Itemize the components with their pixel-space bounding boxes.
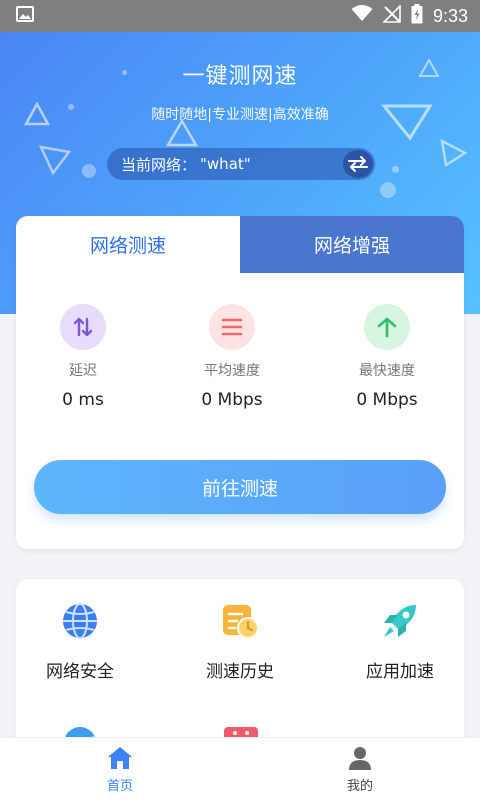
start-speed-test-button[interactable]: 前往测速	[34, 460, 446, 514]
average-speed-icon	[209, 304, 255, 350]
max-speed-icon	[364, 304, 410, 350]
network-label: 当前网络：	[121, 155, 197, 174]
feature-test-history-label: 测速历史	[206, 662, 274, 682]
max-speed-label: 最快速度	[359, 363, 415, 379]
tab-speed-test[interactable]: 网络测速	[16, 216, 240, 273]
latency-value: 0 ms	[62, 390, 104, 410]
nav-home[interactable]: 首页	[0, 738, 240, 800]
max-speed-value: 0 Mbps	[356, 390, 418, 410]
switch-network-button[interactable]	[343, 150, 373, 178]
feature-test-history[interactable]: 测速历史	[170, 601, 310, 682]
features-card: 网络安全 测速历史 应用加速	[16, 579, 464, 759]
max-speed-metric: 最快速度 0 Mbps	[322, 304, 452, 410]
feature-network-security-label: 网络安全	[46, 662, 114, 682]
user-icon	[349, 746, 371, 770]
page-title: 一键测网速	[182, 64, 298, 89]
speed-test-card: 网络测速 网络增强 延迟 0 ms 平均速度 0 Mbps 最快速度 0 Mbp…	[16, 216, 464, 549]
nav-home-label: 首页	[106, 778, 133, 794]
metrics-row: 延迟 0 ms 平均速度 0 Mbps 最快速度 0 Mbps	[16, 304, 464, 414]
globe-icon	[63, 603, 97, 639]
triangle-decoration-icon	[38, 145, 72, 176]
network-name: "what"	[200, 155, 251, 173]
dot-decoration	[380, 182, 396, 198]
dot-decoration	[392, 166, 399, 173]
feature-network-security[interactable]: 网络安全	[16, 601, 150, 682]
tab-network-boost[interactable]: 网络增强	[240, 216, 464, 273]
latency-icon	[60, 304, 106, 350]
feature-app-acceleration[interactable]: 应用加速	[330, 601, 464, 682]
hero-subtitle: 随时随地|专业测速|高效准确	[151, 107, 329, 123]
average-speed-value: 0 Mbps	[201, 390, 263, 410]
clock: 9:33	[432, 5, 468, 26]
latency-label: 延迟	[69, 363, 97, 379]
rocket-icon	[384, 605, 416, 637]
bottom-navigation: 首页 我的	[0, 737, 480, 800]
latency-metric: 延迟 0 ms	[18, 304, 148, 410]
history-clock-icon	[223, 605, 259, 639]
wifi-icon	[351, 5, 373, 27]
feature-app-acceleration-label: 应用加速	[366, 662, 434, 682]
battery-charging-icon	[411, 3, 423, 29]
dot-decoration	[82, 164, 96, 178]
average-speed-metric: 平均速度 0 Mbps	[167, 304, 297, 410]
triangle-decoration-icon	[440, 138, 468, 168]
no-signal-icon	[382, 3, 401, 28]
nav-profile[interactable]: 我的	[240, 738, 480, 800]
average-speed-label: 平均速度	[204, 363, 260, 379]
tab-bar: 网络测速 网络增强	[16, 216, 464, 273]
status-bar: 9:33	[0, 0, 480, 32]
image-notification-icon	[16, 6, 34, 26]
swap-arrows-icon	[348, 156, 368, 172]
home-icon	[108, 746, 132, 769]
current-network-bar: 当前网络： "what"	[107, 148, 375, 180]
nav-profile-label: 我的	[346, 778, 373, 794]
